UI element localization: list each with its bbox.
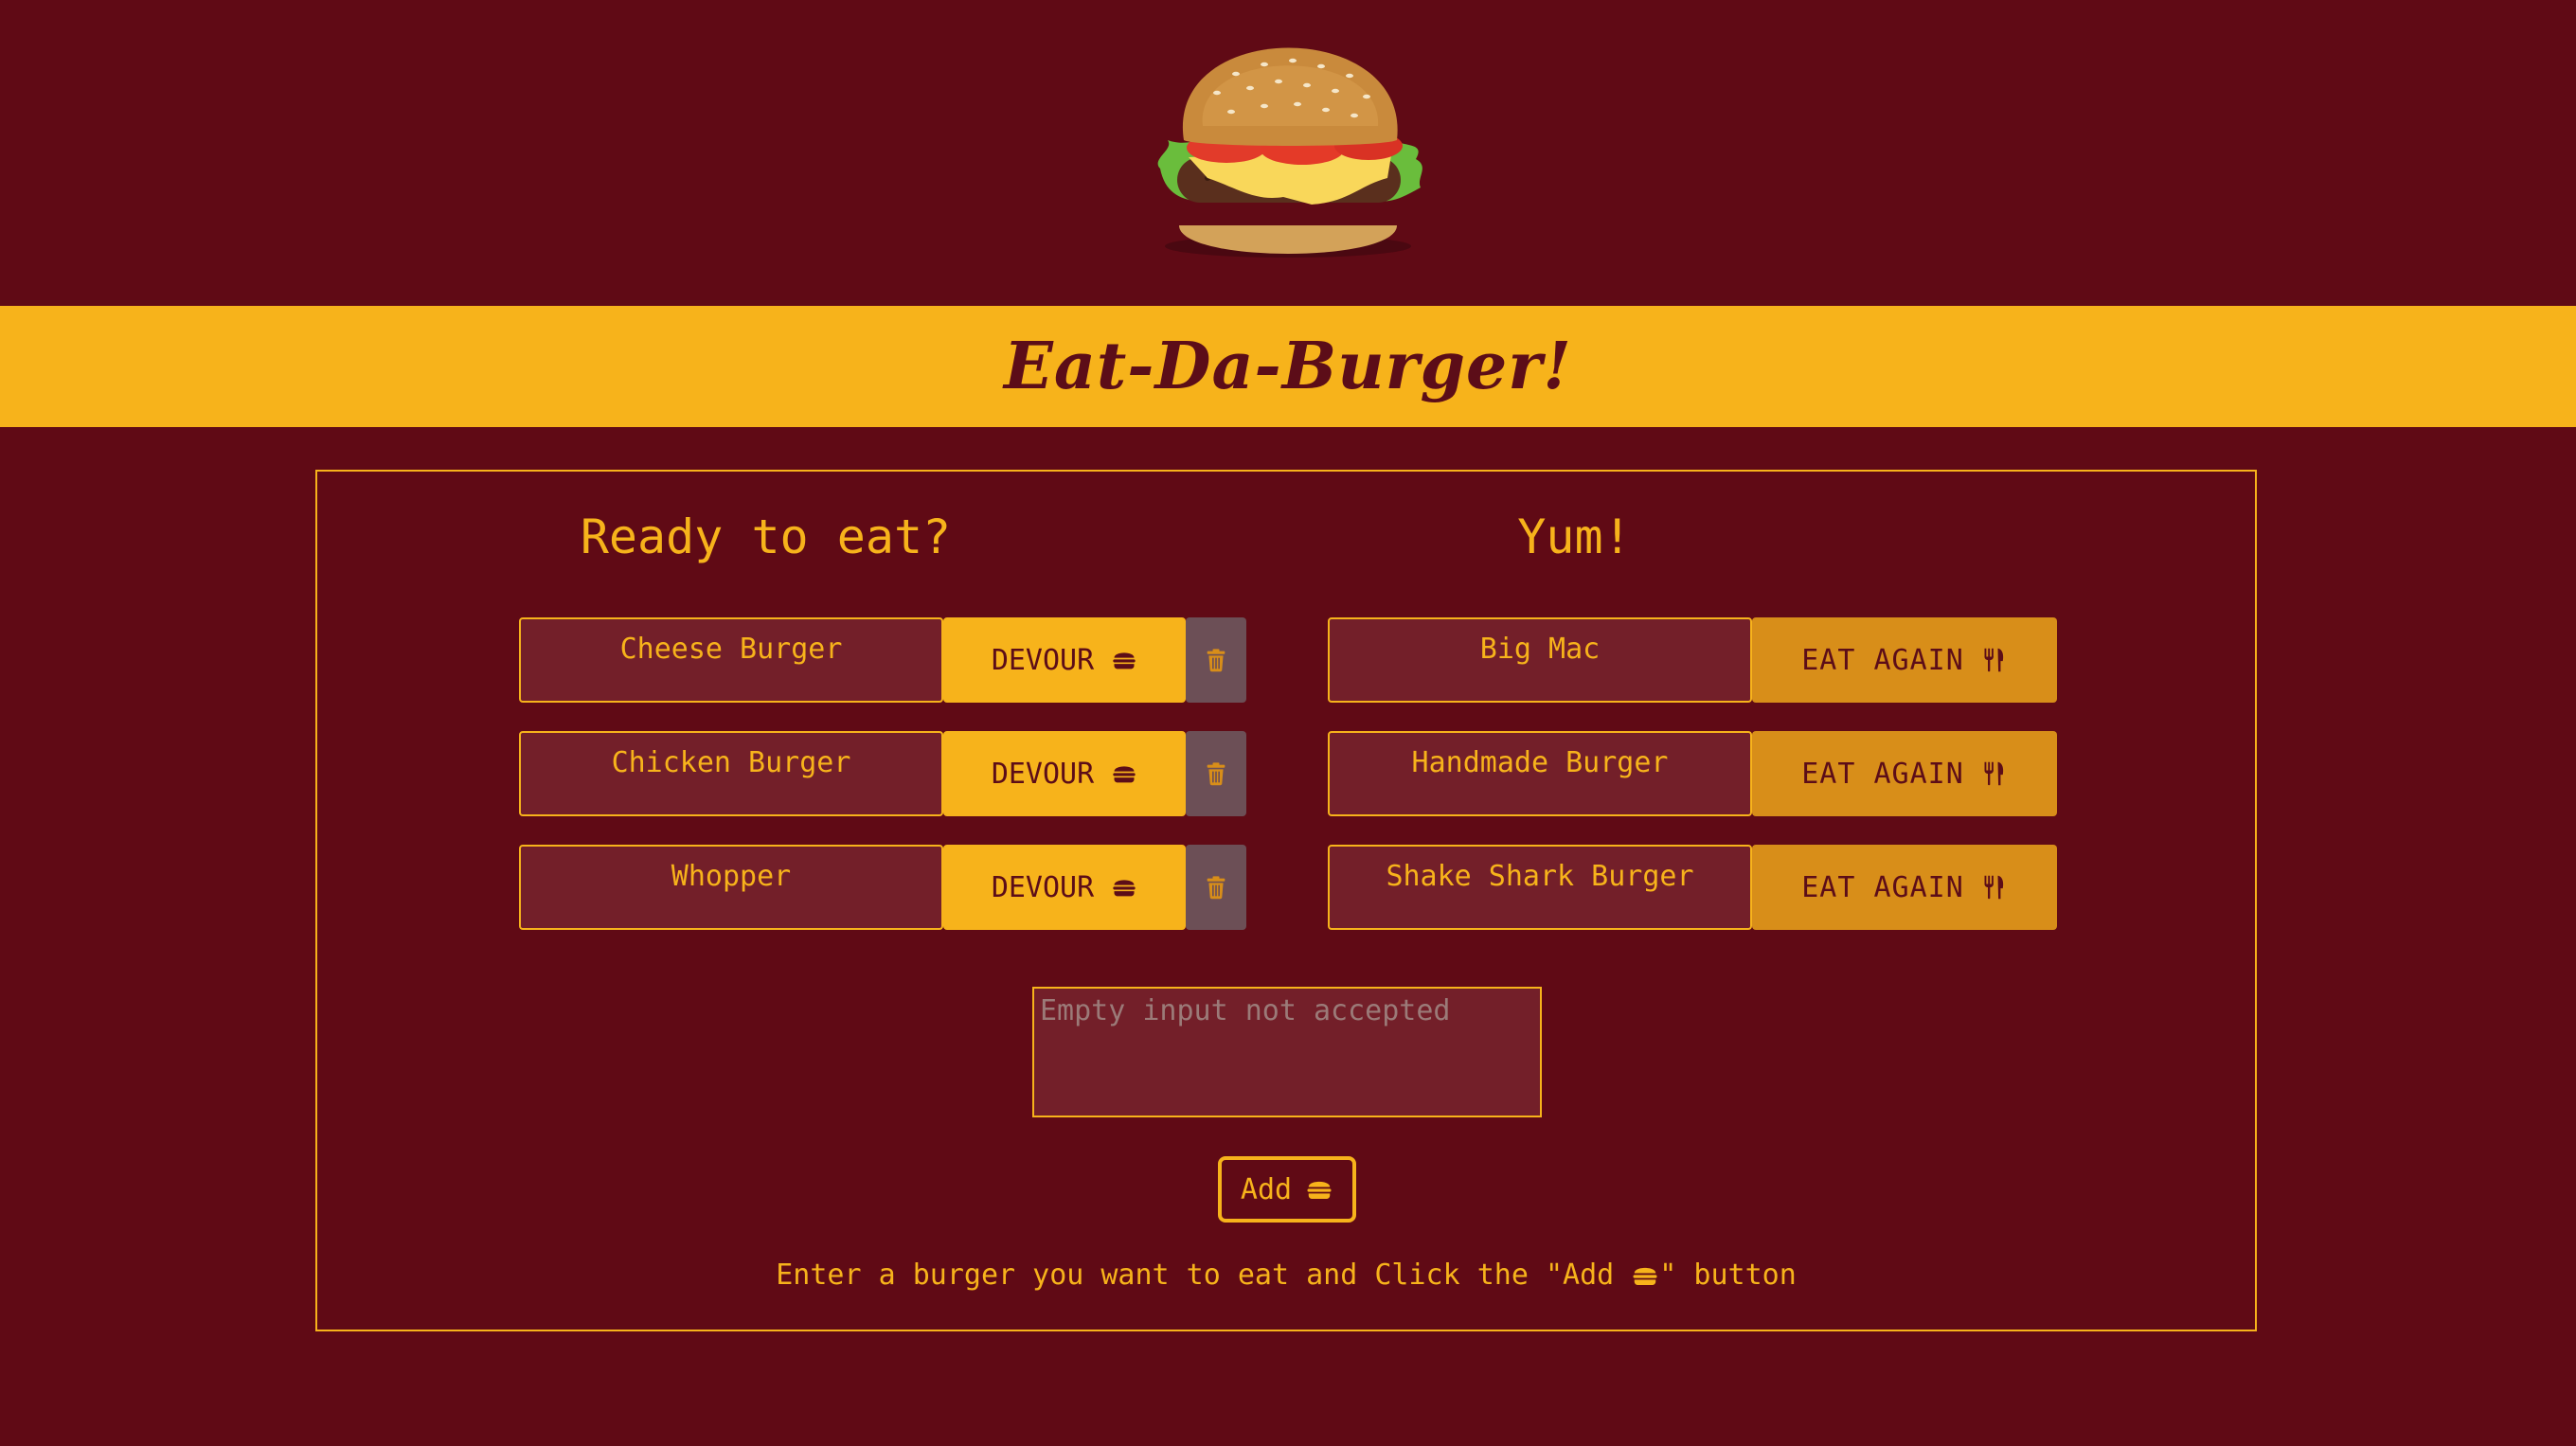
delete-button[interactable] xyxy=(1186,617,1246,703)
eat-again-label: EAT AGAIN xyxy=(1801,643,1964,677)
burger-icon xyxy=(1631,1261,1659,1290)
hint-text-before: Enter a burger you want to eat and Click… xyxy=(776,1259,1632,1292)
ready-item: Chicken Burger DEVOUR xyxy=(519,731,1246,816)
burger-name: Whopper xyxy=(519,845,943,930)
burger-name: Big Mac xyxy=(1328,617,1752,703)
eat-again-button[interactable]: EAT AGAIN xyxy=(1752,731,2057,816)
page-title: Eat-Da-Burger! xyxy=(1003,329,1572,404)
eaten-column-title: Yum! xyxy=(1517,509,1632,564)
eaten-item: Shake Shark Burger EAT AGAIN xyxy=(1328,845,2057,930)
utensils-icon xyxy=(1981,873,2008,902)
delete-button[interactable] xyxy=(1186,731,1246,816)
burger-name: Shake Shark Burger xyxy=(1328,845,1752,930)
burger-icon xyxy=(1111,874,1137,901)
eat-again-button[interactable]: EAT AGAIN xyxy=(1752,845,2057,930)
utensils-icon xyxy=(1981,646,2008,674)
title-banner: Eat-Da-Burger! xyxy=(0,306,2576,427)
trash-icon xyxy=(1203,759,1229,788)
ready-item: Whopper DEVOUR xyxy=(519,845,1246,930)
eat-again-label: EAT AGAIN xyxy=(1801,757,1964,791)
devour-button[interactable]: DEVOUR xyxy=(943,617,1186,703)
delete-button[interactable] xyxy=(1186,845,1246,930)
devour-label: DEVOUR xyxy=(991,643,1095,677)
burger-logo-image xyxy=(1122,36,1454,263)
add-button[interactable]: Add xyxy=(1218,1156,1356,1223)
burger-icon xyxy=(1305,1175,1333,1204)
trash-icon xyxy=(1203,873,1229,902)
burger-name: Handmade Burger xyxy=(1328,731,1752,816)
eat-again-button[interactable]: EAT AGAIN xyxy=(1752,617,2057,703)
ready-item: Cheese Burger DEVOUR xyxy=(519,617,1246,703)
eaten-item: Big Mac EAT AGAIN xyxy=(1328,617,2057,703)
devour-button[interactable]: DEVOUR xyxy=(943,731,1186,816)
burger-image-icon xyxy=(1157,47,1422,258)
devour-label: DEVOUR xyxy=(991,870,1095,904)
trash-icon xyxy=(1203,646,1229,674)
burger-name: Cheese Burger xyxy=(519,617,943,703)
hint-text-after: " button xyxy=(1659,1259,1797,1292)
burger-icon xyxy=(1111,647,1137,673)
devour-label: DEVOUR xyxy=(991,757,1095,791)
eat-again-label: EAT AGAIN xyxy=(1801,870,1964,904)
ready-column-title: Ready to eat? xyxy=(580,509,952,564)
eaten-item: Handmade Burger EAT AGAIN xyxy=(1328,731,2057,816)
instructions-text: Enter a burger you want to eat and Click… xyxy=(317,1258,2255,1292)
burger-name: Chicken Burger xyxy=(519,731,943,816)
utensils-icon xyxy=(1981,759,2008,788)
devour-button[interactable]: DEVOUR xyxy=(943,845,1186,930)
burger-panel: Ready to eat? Yum! Cheese Burger DEVOUR … xyxy=(315,470,2257,1331)
burger-icon xyxy=(1111,760,1137,787)
burger-input[interactable] xyxy=(1032,987,1542,1117)
add-label: Add xyxy=(1240,1172,1293,1206)
